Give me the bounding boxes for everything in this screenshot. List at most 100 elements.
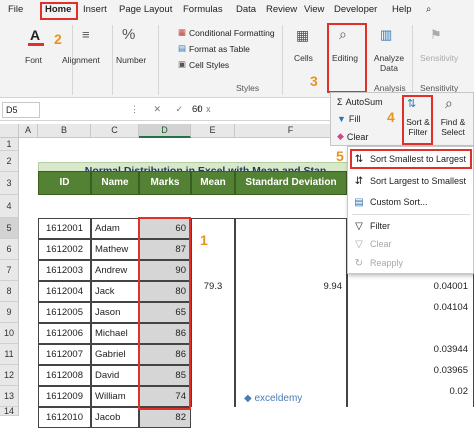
percent-icon[interactable]: % (122, 26, 135, 43)
find-select-button[interactable]: Find & Select (435, 117, 471, 137)
record-id[interactable]: 1612001 (38, 218, 91, 239)
record-name[interactable]: William (91, 386, 139, 407)
column-header-c[interactable]: C (91, 124, 139, 138)
formula-icons[interactable]: ⋮ ✕ ✓ fx (130, 104, 217, 115)
header-mean[interactable]: Mean (191, 171, 235, 195)
record-id[interactable]: 1612003 (38, 260, 91, 281)
record-id[interactable]: 1612009 (38, 386, 91, 407)
column-header-b[interactable]: B (38, 124, 91, 138)
tab-help[interactable]: Help (392, 4, 412, 15)
row-header-9[interactable]: 9 (0, 302, 19, 323)
record-name[interactable]: Gabriel (91, 344, 139, 365)
tab-view[interactable]: View (304, 4, 324, 15)
record-id[interactable]: 1612004 (38, 281, 91, 302)
font-group-label[interactable]: Font (25, 55, 42, 65)
sort-smallest-to-largest[interactable]: ⇅ Sort Smallest to Largest (348, 149, 473, 169)
record-id[interactable]: 1612005 (38, 302, 91, 323)
std-dev-cell[interactable]: 9.94 (235, 218, 347, 407)
sort-filter-button[interactable]: Sort & Filter (404, 117, 432, 137)
record-name[interactable]: Jack (91, 281, 139, 302)
row-header-3[interactable]: 3 (0, 172, 19, 195)
record-name[interactable]: Jason (91, 302, 139, 323)
number-group-label[interactable]: Number (116, 55, 146, 65)
column-header-d[interactable]: D (139, 124, 191, 138)
record-name[interactable]: David (91, 365, 139, 386)
name-box[interactable]: D5 (2, 102, 40, 118)
select-all-corner[interactable] (0, 124, 19, 138)
distribution-value[interactable]: 0.04104 (434, 302, 468, 313)
badge-1: 1 (200, 232, 208, 248)
cells-group-label[interactable]: Cells (294, 53, 313, 63)
find-icon[interactable]: ⌕ (445, 95, 453, 112)
search-icon[interactable]: ⌕ (426, 4, 431, 15)
analyze-data-icon[interactable]: ▥ (380, 27, 392, 43)
custom-sort[interactable]: ▤ Custom Sort... (348, 192, 473, 212)
row-header-1[interactable]: 1 (0, 138, 19, 151)
conditional-formatting-button[interactable]: ▦ Conditional Formatting (178, 27, 275, 38)
record-id[interactable]: 1612010 (38, 407, 91, 428)
record-name[interactable]: Jacob (91, 407, 139, 428)
row-header-8[interactable]: 8 (0, 281, 19, 302)
alignment-group-label[interactable]: Alignment (62, 55, 100, 65)
row-header-6[interactable]: 6 (0, 239, 19, 260)
record-name[interactable]: Michael (91, 323, 139, 344)
distribution-value[interactable]: 0.02 (450, 386, 469, 397)
formula-input[interactable]: 60 (192, 104, 203, 115)
badge-3: 3 (310, 73, 318, 89)
row-header-13[interactable]: 13 (0, 386, 19, 407)
tab-page-layout[interactable]: Page Layout (119, 4, 172, 15)
font-color-icon[interactable]: A (30, 27, 40, 43)
tab-formulas[interactable]: Formulas (183, 4, 223, 15)
row-header-11[interactable]: 11 (0, 344, 19, 365)
record-name[interactable]: Andrew (91, 260, 139, 281)
row-header-12[interactable]: 12 (0, 365, 19, 386)
column-header-e[interactable]: E (191, 124, 235, 138)
mean-cell[interactable]: 79.3 (191, 218, 235, 407)
column-header-a[interactable]: A (19, 124, 38, 138)
record-name[interactable]: Mathew (91, 239, 139, 260)
row-header-10[interactable]: 10 (0, 323, 19, 344)
magnifier-icon[interactable]: ⌕ (339, 26, 347, 43)
reapply-filter[interactable]: ↻ Reapply (348, 253, 473, 273)
record-id[interactable]: 1612007 (38, 344, 91, 365)
tab-developer[interactable]: Developer (334, 4, 377, 15)
record-name[interactable]: Adam (91, 218, 139, 239)
header-marks[interactable]: Marks (139, 171, 191, 195)
row-header-4[interactable]: 4 (0, 195, 19, 218)
clear-filter[interactable]: ▽ Clear (348, 234, 473, 254)
header-id[interactable]: ID (38, 171, 91, 195)
row-header-2[interactable]: 2 (0, 151, 19, 172)
tab-file[interactable]: File (8, 4, 23, 15)
sensitivity-icon[interactable]: ⚑ (430, 27, 442, 43)
header-name[interactable]: Name (91, 171, 139, 195)
format-as-table-button[interactable]: ▤ Format as Table (178, 43, 250, 54)
alignment-icon[interactable]: ≡ (82, 27, 90, 42)
record-id[interactable]: 1612008 (38, 365, 91, 386)
row-header-5[interactable]: 5 (0, 218, 19, 239)
cells-icon[interactable]: ▦ (296, 27, 309, 44)
record-id[interactable]: 1612006 (38, 323, 91, 344)
distribution-value[interactable]: 0.03944 (434, 344, 468, 355)
analyze-data-button[interactable]: Analyze Data (372, 53, 406, 73)
sort-filter-icon[interactable]: ⇅ (407, 97, 416, 110)
record-id[interactable]: 1612002 (38, 239, 91, 260)
row-header-7[interactable]: 7 (0, 260, 19, 281)
clear-button[interactable]: ◆ Clear (337, 131, 368, 142)
fill-button[interactable]: ▼ Fill (337, 114, 360, 124)
autosum-button[interactable]: Σ AutoSum (337, 97, 383, 107)
menu-bar: File Home Insert Page Layout Formulas Da… (0, 0, 474, 21)
sigma-icon: Σ (337, 97, 343, 107)
editing-button[interactable]: Editing (332, 53, 358, 63)
header-standard-deviation[interactable]: Standard Deviation (235, 171, 347, 195)
sensitivity-button[interactable]: Sensitivity (420, 53, 458, 63)
distribution-value[interactable]: 0.04001 (434, 281, 468, 292)
row-header-14[interactable]: 14 (0, 407, 19, 416)
distribution-value[interactable]: 0.03965 (434, 365, 468, 376)
filter[interactable]: ▽ Filter (348, 216, 473, 236)
tab-insert[interactable]: Insert (83, 4, 107, 15)
record-marks[interactable]: 82 (139, 407, 191, 428)
sort-largest-to-smallest[interactable]: ⇵ Sort Largest to Smallest (348, 171, 473, 191)
tab-review[interactable]: Review (266, 4, 297, 15)
tab-data[interactable]: Data (236, 4, 256, 15)
cell-styles-button[interactable]: ▣ Cell Styles (178, 59, 229, 70)
